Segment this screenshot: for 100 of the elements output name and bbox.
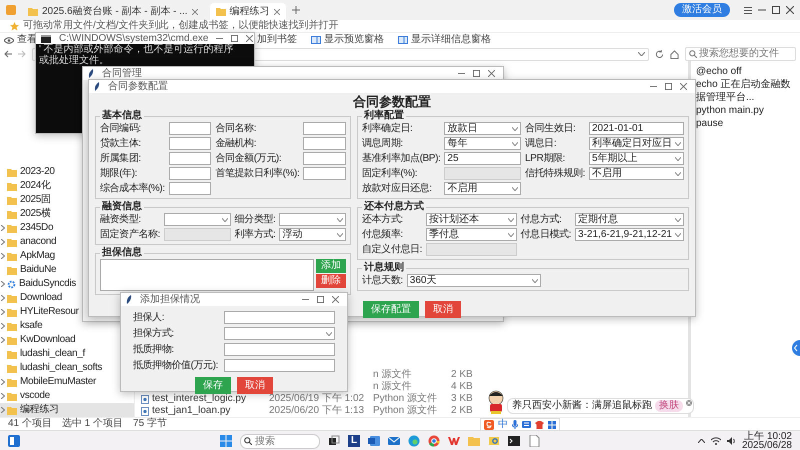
input-field[interactable]: [303, 152, 346, 165]
file-icon[interactable]: [528, 435, 540, 447]
grid-icon[interactable]: [548, 420, 556, 428]
microphone-icon[interactable]: [512, 420, 518, 429]
input-field[interactable]: [303, 122, 346, 135]
chevron-icon[interactable]: [1, 393, 5, 399]
sidebar-folder-item[interactable]: ksafe: [0, 319, 44, 333]
dropdown-field[interactable]: [279, 213, 346, 226]
toolbar-button[interactable]: 显示预览窗格: [311, 34, 384, 46]
minimize-icon[interactable]: [458, 70, 465, 77]
input-field[interactable]: [168, 167, 212, 180]
skin-button[interactable]: 换肤: [655, 400, 683, 412]
input-field[interactable]: [303, 167, 346, 180]
chevron-icon[interactable]: [1, 379, 5, 385]
input-field[interactable]: [224, 359, 335, 372]
ime-mode-text[interactable]: 中: [498, 418, 508, 430]
sidebar-folder-item[interactable]: BaiduNe: [0, 263, 58, 277]
input-field[interactable]: 25: [444, 152, 522, 165]
sidebar-folder-item[interactable]: ludashi_clean_f: [0, 347, 87, 361]
member-button[interactable]: 激活会员: [674, 3, 730, 17]
sidebar-folder-item[interactable]: ludashi_clean_softs: [0, 361, 104, 375]
sidebar-folder-item[interactable]: 2023-20: [0, 165, 57, 179]
chevron-icon[interactable]: [1, 337, 5, 343]
close-icon[interactable]: [246, 35, 254, 42]
mail-icon[interactable]: [388, 435, 400, 447]
speaker-icon[interactable]: [726, 437, 736, 445]
chevron-icon[interactable]: [1, 295, 5, 301]
home-icon[interactable]: [670, 50, 679, 58]
clock-time[interactable]: 上午 10:02: [744, 432, 792, 441]
chevron-up-icon[interactable]: [698, 439, 705, 443]
dropdown-field[interactable]: [224, 327, 335, 340]
sidebar-folder-item[interactable]: vscode: [0, 389, 52, 403]
close-icon[interactable]: [192, 8, 198, 14]
refresh-icon[interactable]: [655, 50, 664, 58]
minimize-icon[interactable]: [650, 83, 657, 90]
maximize-icon[interactable]: [473, 70, 480, 77]
minimize-icon[interactable]: [216, 35, 224, 42]
caret-icon[interactable]: [638, 52, 645, 56]
back-arrow-icon[interactable]: [4, 50, 12, 58]
explorer-tab[interactable]: 编程练习: [210, 3, 286, 20]
form-button[interactable]: 取消: [425, 301, 461, 318]
sidebar-folder-item[interactable]: ApkMag: [0, 249, 57, 263]
sidebar-folder-item[interactable]: HYLiteResour: [0, 305, 81, 319]
sidebar-folder-item[interactable]: Download: [0, 291, 64, 305]
dropdown-field[interactable]: 季付息: [426, 228, 517, 241]
task-view-icon[interactable]: [328, 435, 340, 447]
wifi-icon[interactable]: [710, 437, 721, 445]
toolbar-button[interactable]: 查看: [4, 34, 37, 46]
file-name[interactable]: test_jan1_loan.py: [152, 405, 230, 417]
browser-icon[interactable]: [408, 435, 420, 447]
dropdown-field[interactable]: 每年: [444, 137, 522, 150]
sidebar-folder-item[interactable]: 2025固: [0, 193, 53, 207]
dropdown-field[interactable]: 定期付息: [575, 213, 684, 226]
input-field[interactable]: 2021-01-01: [589, 122, 684, 135]
dropdown-field[interactable]: 不启用: [589, 167, 684, 180]
toolbar-button[interactable]: 加到书签: [257, 34, 297, 46]
sidebar-folder-item[interactable]: BaiduSyncdis: [0, 277, 78, 291]
guarantee-list[interactable]: [100, 259, 314, 291]
ime-logo-icon[interactable]: [484, 420, 494, 430]
collapse-tab-icon[interactable]: [790, 340, 800, 356]
terminal-icon[interactable]: [508, 435, 520, 447]
chevron-icon[interactable]: [1, 281, 5, 287]
new-tab-icon[interactable]: [292, 6, 300, 14]
dropdown-field[interactable]: 5年期以上: [589, 152, 684, 165]
letter-tile-icon[interactable]: L: [348, 435, 360, 447]
sidebar-folder-item[interactable]: anacond: [0, 235, 58, 249]
dropdown-field[interactable]: 360天: [406, 274, 542, 287]
dropdown-field[interactable]: 按计划还本: [426, 213, 517, 226]
dropdown-field[interactable]: 放款日: [444, 122, 522, 135]
sidebar-folder-item[interactable]: 2345Do: [0, 221, 56, 235]
clock-date[interactable]: 2025/06/28: [742, 441, 792, 450]
image-viewer-icon[interactable]: [488, 435, 500, 447]
sidebar-folder-item[interactable]: 2025横: [0, 207, 53, 221]
dropdown-field[interactable]: 利率确定日对应日: [589, 137, 684, 150]
toolbar-button[interactable]: 显示详细信息窗格: [398, 34, 491, 46]
keyboard-icon[interactable]: [522, 421, 531, 428]
start-icon[interactable]: [220, 435, 232, 447]
file-name[interactable]: test_interest_logic.py: [152, 393, 246, 405]
input-field[interactable]: [168, 137, 212, 150]
chevron-icon[interactable]: [1, 225, 5, 231]
chevron-icon[interactable]: [1, 323, 5, 329]
maximize-icon[interactable]: [231, 35, 238, 42]
list-button[interactable]: 删除: [316, 274, 346, 288]
shirt-icon[interactable]: [535, 420, 544, 428]
document-app-icon[interactable]: [368, 435, 380, 447]
input-field[interactable]: [168, 152, 212, 165]
sidebar-folder-item[interactable]: MobileEmuMaster: [0, 375, 98, 389]
input-field[interactable]: [303, 137, 346, 150]
browser-icon[interactable]: [428, 435, 440, 447]
chevron-icon[interactable]: [1, 309, 5, 315]
sidebar-folder-item[interactable]: KwDownload: [0, 333, 78, 347]
chevron-icon[interactable]: [1, 239, 5, 245]
maximize-icon[interactable]: [665, 83, 672, 90]
close-icon[interactable]: [680, 83, 687, 90]
close-icon[interactable]: [332, 296, 339, 303]
input-field[interactable]: [224, 343, 335, 356]
office-app-icon[interactable]: [448, 435, 460, 447]
taskbar-search-field[interactable]: 搜索: [240, 434, 320, 448]
input-field[interactable]: [168, 182, 212, 195]
dropdown-field[interactable]: 浮动: [279, 228, 346, 241]
